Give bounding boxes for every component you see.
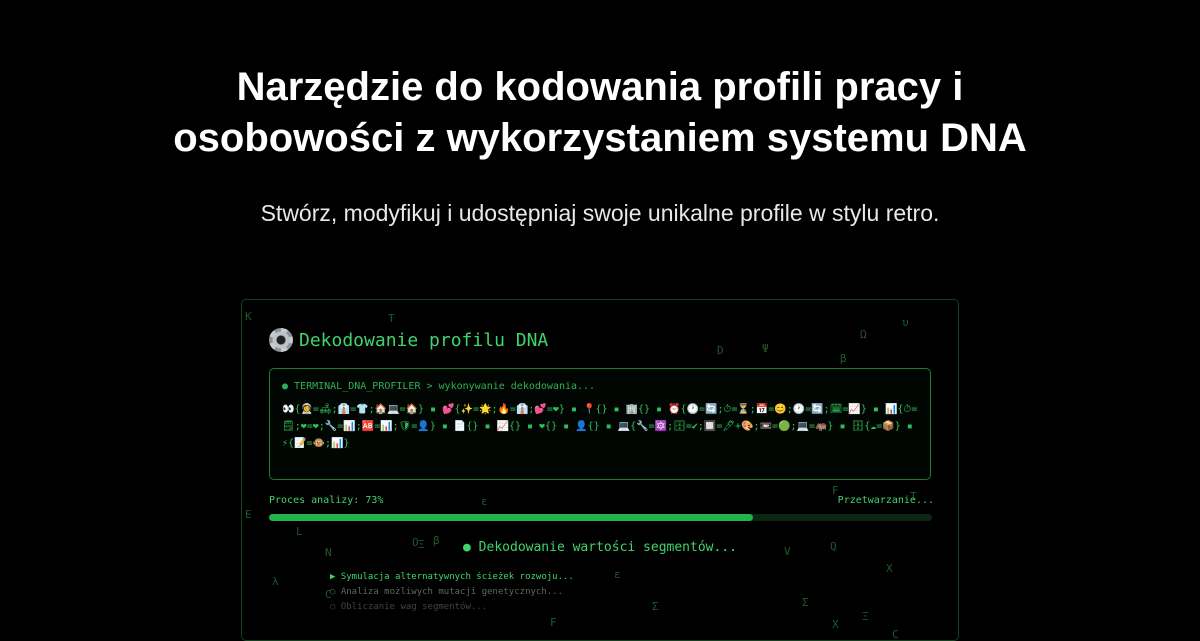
page-title: Narzędzie do kodowania profili pracy i o… bbox=[0, 62, 1200, 164]
terminal-prompt: ● TERMINAL_DNA_PROFILER > wykonywanie de… bbox=[282, 381, 596, 392]
matrix-char: Σ bbox=[652, 600, 659, 613]
matrix-char: Ψ bbox=[762, 342, 769, 355]
log-item: ▶ Symulacja alternatywnych ścieżek rozwo… bbox=[330, 572, 574, 582]
progress-label: Proces analizy: 73% bbox=[269, 495, 384, 506]
log-list: ▶ Symulacja alternatywnych ścieżek rozwo… bbox=[330, 570, 574, 615]
page-title-line-2: osobowości z wykorzystaniem systemu DNA bbox=[173, 116, 1027, 160]
terminal-heading-text: Dekodowanie profilu DNA bbox=[299, 329, 549, 351]
matrix-char: ε bbox=[614, 568, 621, 581]
matrix-char: X bbox=[832, 618, 839, 631]
page-title-line-1: Narzędzie do kodowania profili pracy i bbox=[236, 65, 964, 109]
dna-code-output: 👀{👩‍🚀=🛋;👔=👕;🏠💻=🏠} ▪ 💕{✨=🌟;🔥=👔;💕=❤} ▪ 📍{}… bbox=[282, 404, 918, 449]
matrix-char: β bbox=[840, 352, 847, 365]
matrix-char: Ω bbox=[860, 328, 867, 341]
segment-status: ● Dekodowanie wartości segmentów... bbox=[463, 540, 737, 555]
matrix-char: F bbox=[550, 616, 557, 629]
page-subtitle: Stwórz, modyfikuj i udostępniaj swoje un… bbox=[260, 200, 940, 226]
gear-icon bbox=[269, 328, 293, 352]
matrix-char: X bbox=[886, 562, 893, 575]
matrix-char: L bbox=[296, 525, 303, 538]
matrix-char: K bbox=[245, 310, 252, 323]
log-item: ○ Obliczanie wag segmentów... bbox=[330, 602, 488, 612]
matrix-char: λ bbox=[272, 575, 279, 588]
progress-bar bbox=[269, 514, 932, 521]
matrix-char: υ bbox=[902, 316, 909, 329]
matrix-char: T bbox=[388, 312, 395, 325]
terminal-heading: Dekodowanie profilu DNA bbox=[269, 328, 548, 352]
terminal-window: KTυΩDΨβεFTELΞOβNVQλεXΣΣCFXΞC Dekodowanie… bbox=[241, 299, 959, 641]
progress-status: Przetwarzanie... bbox=[837, 495, 934, 506]
matrix-char: E bbox=[245, 508, 252, 521]
matrix-char: Σ bbox=[802, 596, 809, 609]
matrix-char: Ξ bbox=[862, 610, 869, 623]
progress-bar-fill bbox=[269, 514, 753, 521]
matrix-char: D bbox=[717, 344, 724, 357]
matrix-char: ε bbox=[481, 495, 488, 508]
terminal-output-box: ● TERMINAL_DNA_PROFILER > wykonywanie de… bbox=[269, 368, 931, 480]
log-item: ○ Analiza możliwych mutacji genetycznych… bbox=[330, 587, 563, 597]
